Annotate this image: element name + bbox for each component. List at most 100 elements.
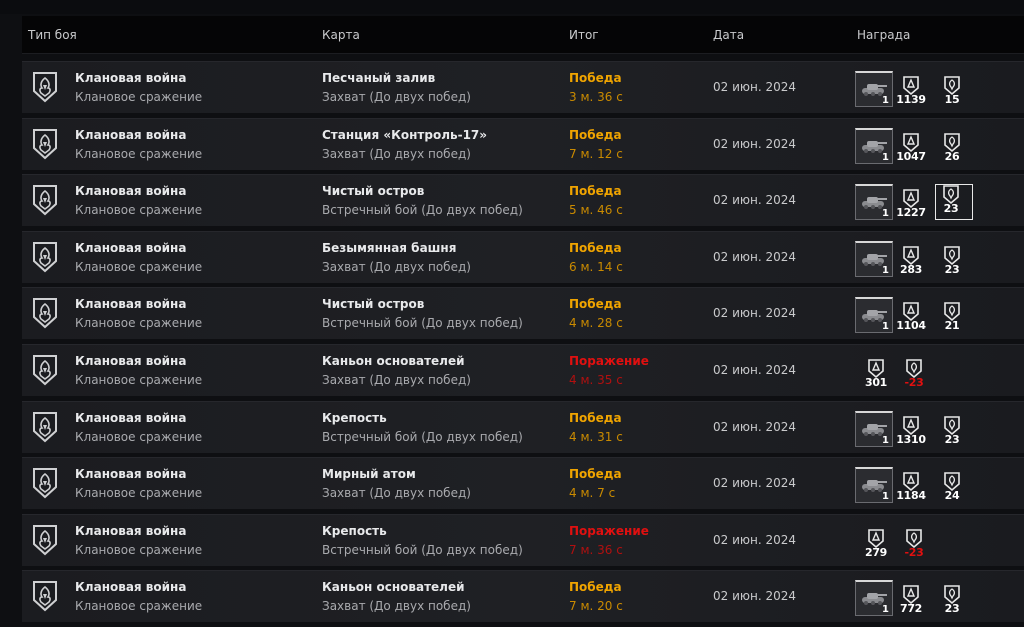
battle-row[interactable]: Клановая война Клановое сражение Крепост…: [22, 400, 1024, 453]
fame-points-icon[interactable]: 1184: [896, 472, 926, 502]
clan-rating-value: 24: [944, 489, 960, 503]
header-date[interactable]: Дата: [713, 28, 744, 42]
battle-row[interactable]: Клановая война Клановое сражение Песчаны…: [22, 61, 1024, 113]
top-strip: [0, 0, 1024, 14]
fame-points-icon[interactable]: 1227: [896, 189, 926, 219]
fame-points-icon[interactable]: 283: [896, 245, 926, 276]
fame-points-value: 279: [864, 545, 888, 559]
fame-points-value: 301: [864, 375, 888, 389]
clan-war-emblem-icon: [32, 524, 58, 556]
battle-date: 02 июн. 2024: [713, 249, 796, 264]
battle-type: Клановая война: [75, 523, 187, 538]
battle-row[interactable]: Клановая война Клановое сражение Каньон …: [22, 570, 1024, 623]
clan-rating-icon[interactable]: -23: [899, 528, 929, 559]
map-name: Станция «Контроль-17»: [322, 127, 488, 142]
fame-points-value: 1104: [896, 319, 926, 333]
tank-icon[interactable]: 1: [855, 410, 893, 447]
fame-points-value: 1047: [896, 149, 926, 163]
clan-war-emblem-icon: [32, 580, 58, 612]
battle-date: 02 июн. 2024: [713, 476, 796, 491]
table-header: Тип боя Карта Итог Дата Награда: [22, 16, 1024, 54]
clan-rating-value: 23: [944, 262, 960, 276]
tank-count: 1: [882, 321, 889, 333]
battle-subtype: Клановое сражение: [75, 316, 203, 331]
clan-war-emblem-icon: [32, 354, 58, 386]
battle-result: Победа: [569, 410, 622, 425]
reward-cell: 1 1184 24: [855, 463, 1024, 505]
battle-duration: 4 м. 31 с: [569, 429, 623, 444]
clan-rating-icon[interactable]: 24: [937, 472, 967, 502]
battle-row[interactable]: Клановая война Клановое сражение Мирный …: [22, 457, 1024, 510]
fame-points-icon[interactable]: 772: [896, 585, 926, 615]
tank-icon[interactable]: 1: [855, 240, 893, 277]
fame-points-icon[interactable]: 1310: [896, 415, 926, 446]
clan-war-emblem-icon: [32, 184, 58, 216]
clan-rating-icon[interactable]: 23: [937, 415, 967, 446]
header-result[interactable]: Итог: [569, 28, 599, 42]
battle-duration: 4 м. 28 с: [569, 316, 623, 331]
clan-rating-icon[interactable]: 23: [937, 245, 967, 276]
tank-count: 1: [882, 264, 889, 276]
clan-rating-icon[interactable]: -23: [899, 359, 929, 389]
battle-type: Клановая война: [75, 71, 187, 85]
tank-icon[interactable]: 1: [855, 580, 893, 617]
battle-date: 02 июн. 2024: [713, 589, 796, 604]
tank-icon[interactable]: 1: [855, 467, 893, 504]
header-battle-type[interactable]: Тип боя: [28, 28, 77, 42]
fame-points-icon[interactable]: 1047: [896, 132, 926, 163]
clan-rating-icon[interactable]: 21: [937, 302, 967, 332]
clan-war-emblem-icon: [32, 467, 58, 499]
clan-rating-value: 15: [944, 93, 960, 106]
fame-points-icon[interactable]: 1139: [896, 76, 926, 106]
battle-subtype: Клановое сражение: [75, 542, 203, 557]
fame-points-icon[interactable]: 279: [861, 528, 891, 559]
battle-type: Клановая война: [75, 410, 187, 425]
battle-result: Поражение: [569, 523, 649, 538]
map-name: Чистый остров: [322, 184, 425, 199]
battle-mode: Захват (До двух побед): [322, 259, 471, 274]
battle-duration: 7 м. 12 с: [569, 146, 623, 161]
map-name: Мирный атом: [322, 467, 416, 482]
clan-rating-icon[interactable]: 23: [937, 585, 967, 615]
battle-result: Победа: [569, 467, 622, 482]
battle-row[interactable]: Клановая война Клановое сражение Чистый …: [22, 174, 1024, 227]
battle-date: 02 июн. 2024: [713, 419, 796, 434]
header-map[interactable]: Карта: [322, 28, 360, 42]
tank-icon[interactable]: 1: [855, 71, 893, 107]
tank-icon[interactable]: 1: [855, 127, 893, 164]
battle-mode: Захват (До двух побед): [322, 486, 471, 501]
battle-mode: Захват (До двух побед): [322, 90, 471, 104]
tank-icon[interactable]: 1: [855, 297, 893, 334]
battle-subtype: Клановое сражение: [75, 203, 203, 218]
battle-type: Клановая война: [75, 467, 187, 482]
battle-duration: 4 м. 35 с: [569, 372, 623, 387]
clan-war-emblem-icon: [32, 297, 58, 329]
clan-war-emblem-icon: [32, 128, 58, 160]
clan-rating-icon[interactable]: 23: [935, 184, 973, 221]
tank-count: 1: [882, 95, 889, 106]
clan-rating-icon[interactable]: 26: [937, 132, 967, 163]
battle-subtype: Клановое сражение: [75, 372, 203, 387]
battle-type: Клановая война: [75, 240, 187, 255]
battle-type: Клановая война: [75, 127, 187, 142]
battle-result: Победа: [569, 240, 622, 255]
battle-row[interactable]: Клановая война Клановое сражение Станция…: [22, 117, 1024, 170]
fame-points-icon[interactable]: 1104: [896, 302, 926, 332]
battle-row[interactable]: Клановая война Клановое сражение Каньон …: [22, 343, 1024, 396]
battle-row[interactable]: Клановая война Клановое сражение Безымян…: [22, 230, 1024, 283]
tank-icon[interactable]: 1: [855, 184, 893, 221]
battle-type: Клановая война: [75, 580, 187, 595]
battle-result: Победа: [569, 71, 622, 85]
tank-count: 1: [882, 208, 889, 220]
clan-rating-icon[interactable]: 15: [937, 76, 967, 106]
battle-mode: Встречный бой (До двух побед): [322, 542, 523, 557]
reward-cell: 1 1139 15: [855, 67, 1024, 109]
battle-subtype: Клановое сражение: [75, 599, 203, 614]
battle-row[interactable]: Клановая война Клановое сражение Крепост…: [22, 513, 1024, 566]
fame-points-icon[interactable]: 301: [861, 359, 891, 389]
battle-subtype: Клановое сражение: [75, 90, 203, 104]
battle-duration: 7 м. 20 с: [569, 599, 623, 614]
battle-row[interactable]: Клановая война Клановое сражение Чистый …: [22, 287, 1024, 340]
header-reward[interactable]: Награда: [857, 28, 910, 42]
battle-subtype: Клановое сражение: [75, 486, 203, 501]
